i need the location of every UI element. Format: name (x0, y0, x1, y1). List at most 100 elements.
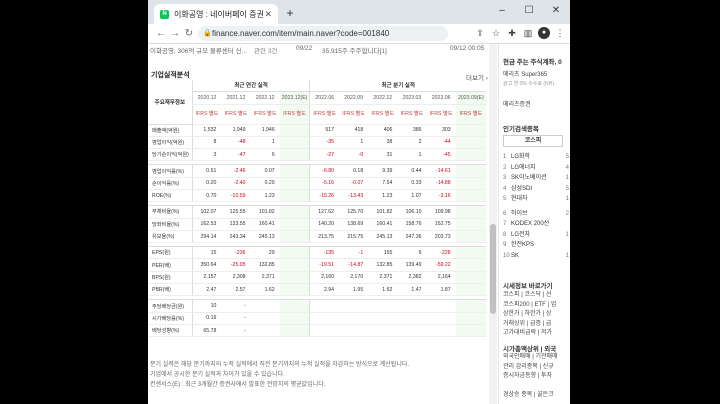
bookmark-star-icon[interactable]: ☆ (490, 27, 502, 40)
table-cell: -3.16 (426, 189, 456, 203)
hot-stock-item[interactable]: 3 SK이노베이션 1 (503, 173, 569, 184)
table-cell: 1.07 (397, 189, 427, 203)
maximize-button[interactable]: ☐ (515, 0, 543, 24)
table-cell: 2.94 (309, 283, 340, 297)
row-label: ROE(%) (148, 189, 193, 203)
hot-stock-item[interactable]: 7 KODEX 200선 (503, 219, 569, 230)
table-cell: -2.40 (221, 177, 251, 190)
hot-stock-item[interactable]: 4 삼성SDI 5 (503, 184, 569, 195)
table-cell: 0.20 (191, 177, 222, 190)
row-label: PER(배) (148, 258, 193, 272)
content-scrollbar[interactable] (489, 44, 497, 404)
forward-icon[interactable]: → (168, 28, 182, 39)
minimize-button[interactable]: – (488, 0, 516, 24)
period-header: 2023.09(E) (455, 91, 486, 105)
table-cell: 0.19 (191, 312, 222, 325)
profile-avatar[interactable]: ● (538, 27, 550, 39)
table-cell (279, 205, 310, 219)
news-related[interactable]: 관련 3건 (254, 45, 277, 55)
table-cell: 152.75 (426, 218, 456, 231)
table-cell: - (221, 299, 251, 313)
hot-tab-kospi[interactable]: 코스피 (503, 135, 563, 147)
table-cell: 517 (309, 124, 340, 137)
table-cell: 2.57 (221, 283, 251, 297)
table-cell (309, 324, 340, 338)
tab-strip: N 이화공영 : 네이버페이 증권 ✕ + – ☐ ✕ (148, 0, 570, 24)
menu-icon[interactable]: ⋮ (554, 27, 566, 40)
market-link-row[interactable]: 거래상위 | 급증 | 급 (503, 320, 569, 330)
stock-name: 한전KPS (511, 242, 535, 248)
rank-link-row[interactable]: 외국인매매 | 기관매매 (503, 353, 569, 363)
rank-link-row[interactable] (503, 382, 569, 392)
hot-stock-item[interactable]: 6 하이브 2 (503, 209, 569, 220)
row-header: 주요재무정보 (148, 80, 193, 125)
table-cell (397, 324, 427, 338)
table-cell (279, 148, 310, 162)
ad-note: 광고 연 0% 수수료 (NH) (503, 81, 554, 87)
hot-stock-item[interactable]: 5 현대차 1 (503, 194, 569, 205)
share-icon[interactable]: ⇪ (474, 27, 486, 40)
market-links: 코스피 | 코스닥 | 선 코스피200 | ETF | 업 상한가 | 하한가… (503, 291, 569, 339)
row-label: 시가배당률(%) (148, 312, 193, 325)
table-cell: 2,164 (426, 271, 456, 285)
table-cell: 8 (191, 136, 222, 150)
table-cell: 2.47 (191, 283, 222, 297)
stock-name: 현대차 (511, 196, 528, 202)
hot-stock-item[interactable]: 2 LG에너지 4 (503, 163, 569, 174)
table-cell: 65.78 (191, 324, 222, 338)
browser-toolbar: ← → ↻ 🔒 finance.naver.com/item/main.nave… (148, 24, 570, 44)
tab-title: 이화공영 : 네이버페이 증권 (174, 9, 264, 19)
reload-icon[interactable]: ↻ (182, 28, 196, 39)
rank-link-row[interactable]: 경상승 종목 | 골든크 (503, 391, 569, 401)
table-cell: 2,308 (221, 271, 251, 285)
ifrs-label: IFRS 별도 (309, 104, 340, 125)
url-text: finance.naver.com/item/main.naver?code=0… (212, 29, 390, 38)
market-link-row[interactable]: 상한가 | 하한가 | 상 (503, 310, 569, 320)
new-tab-button[interactable]: + (282, 5, 298, 21)
close-window-button[interactable]: ✕ (542, 0, 570, 24)
stock-name: LG전자 (511, 231, 531, 238)
table-cell: 15 (191, 246, 222, 260)
row-label: 주당배당금(원) (148, 299, 193, 313)
rank-link-row[interactable]: 증시자금동향 | 투자 (503, 372, 569, 382)
hot-stock-item[interactable]: 10 SK 1 (503, 251, 569, 262)
table-cell (368, 324, 398, 338)
back-icon[interactable]: ← (154, 28, 168, 39)
table-cell: 160.41 (250, 218, 280, 231)
hot-stock-item[interactable]: 9 한전KPS (503, 240, 569, 251)
rank-link-row[interactable]: 관리 감리종목 | 신규 (503, 363, 569, 373)
market-link-row[interactable]: 코스피 | 코스닥 | 선 (503, 291, 569, 301)
ad-banner[interactable]: 현금 주는 주식계좌, 0 메리츠 Super365 광고 연 0% 수수료 (… (503, 56, 569, 108)
address-bar[interactable]: 🔒 finance.naver.com/item/main.naver?code… (198, 26, 448, 41)
table-cell: 139.49 (397, 258, 427, 272)
browser-tab[interactable]: N 이화공영 : 네이버페이 증권 ✕ (154, 4, 278, 24)
stock-name: SK (511, 252, 520, 259)
hot-stock-item[interactable]: 1 LG화학 5 (503, 152, 569, 163)
table-cell: -25.05 (221, 258, 251, 272)
sidepanel-icon[interactable]: ▥ (522, 27, 534, 40)
tab-close-icon[interactable]: ✕ (264, 9, 272, 20)
scrollbar-thumb[interactable] (490, 224, 496, 314)
table-cell: 133.55 (221, 218, 251, 231)
market-link-row[interactable]: 고가대비급락 | 저가 (503, 329, 569, 339)
news-headline[interactable]: 이화공영, 306억 규모 물류센터 신... (150, 45, 247, 55)
market-link-row[interactable]: 코스피200 | ETF | 업 (503, 301, 569, 311)
lock-icon: 🔒 (203, 30, 212, 37)
rank-title[interactable]: 시가총액상위 | 외국 (503, 343, 556, 353)
hot-stocks-title: 인기검색종목 (503, 126, 539, 133)
note-1: 분기 실적은 해당 분기까지의 누적 실적에서 직전 분기까지의 누적 실적을 … (150, 362, 410, 368)
news-headline-2[interactable]: 35,915주 주주합니다[1] (322, 45, 387, 55)
table-cell (455, 246, 486, 260)
table-cell: -47 (221, 148, 251, 162)
extensions-icon[interactable]: ✚ (506, 27, 518, 40)
table-cell: 1,949 (221, 124, 251, 137)
table-cell (250, 312, 280, 325)
table-cell: 10 (191, 299, 222, 313)
rank-number: 3 (503, 175, 507, 181)
hot-stock-item[interactable]: 8 LG전자 1 (503, 230, 569, 241)
table-cell: -236 (221, 246, 251, 260)
table-cell: 31 (368, 148, 398, 162)
table-cell: 1.95 (339, 283, 369, 297)
table-cell (455, 271, 486, 285)
rank-links: 외국인매매 | 기관매매 관리 감리종목 | 신규 증시자금동향 | 투자 경상… (503, 353, 569, 401)
